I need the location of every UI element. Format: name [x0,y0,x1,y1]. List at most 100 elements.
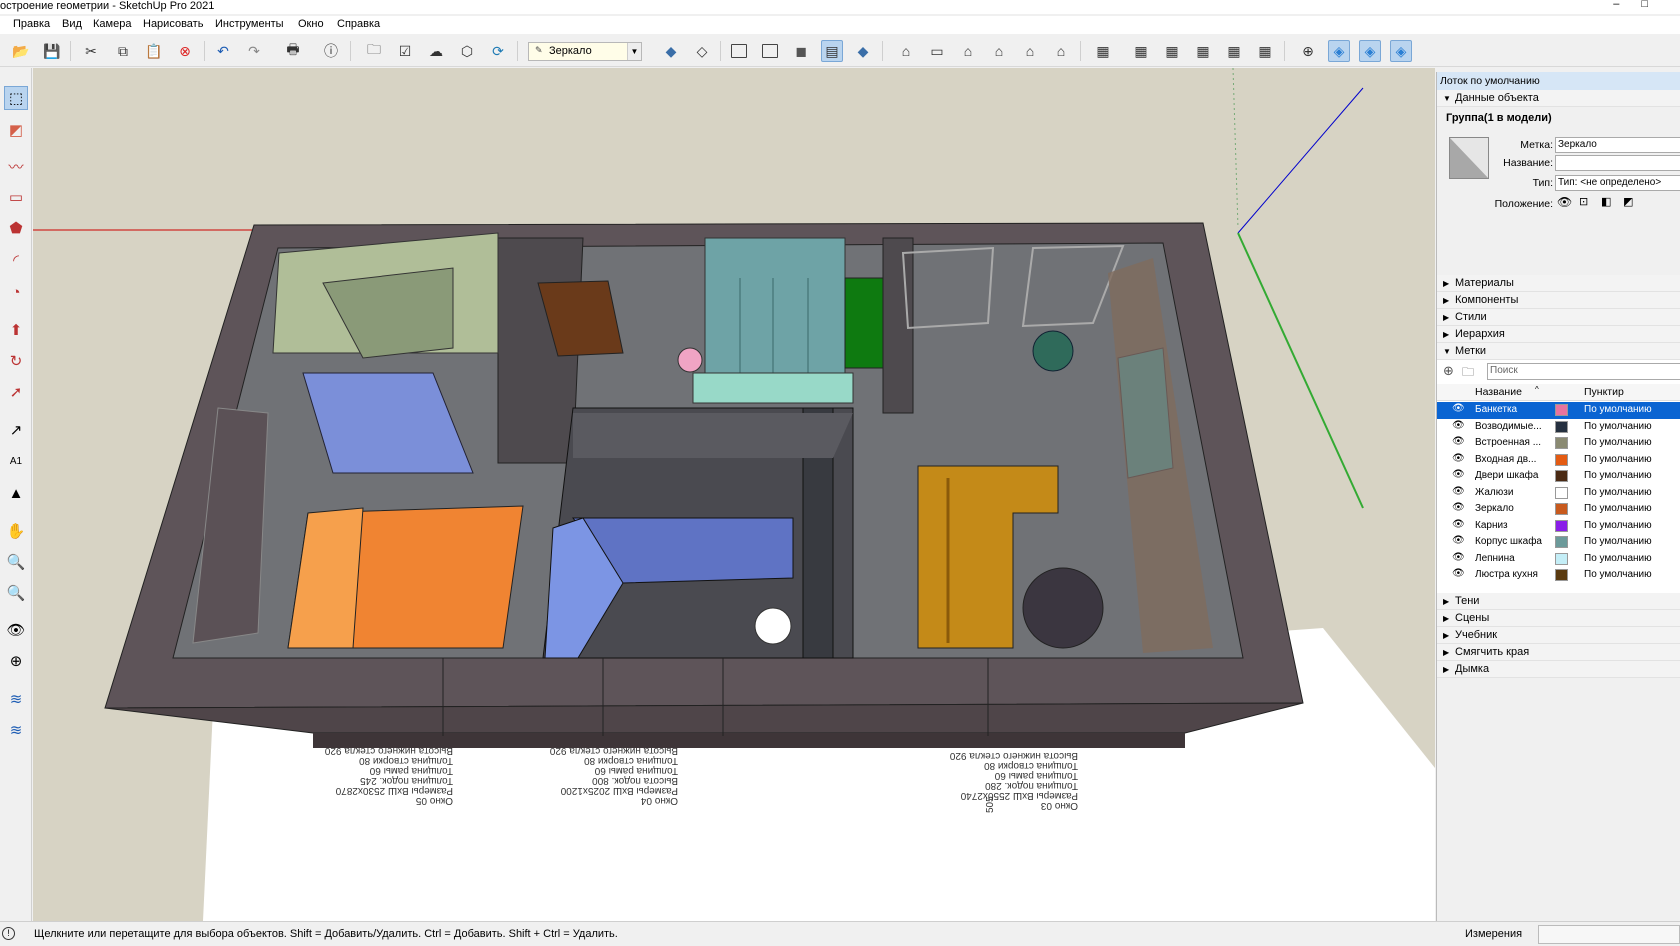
tag-dash[interactable]: По умолчанию [1584,487,1652,498]
zoom-tool-icon[interactable]: 🔍 [4,581,28,605]
tag-dash[interactable]: По умолчанию [1584,454,1652,465]
make-component-icon[interactable]: ◆ [660,40,682,62]
menu-tools[interactable]: Инструменты [215,18,284,30]
open-icon[interactable]: 📂 [10,40,32,62]
visibility-eye-icon[interactable]: 👁 [1452,519,1465,530]
section-styles[interactable]: ▶ Стили [1437,309,1680,326]
tag-color-swatch[interactable] [1555,404,1568,416]
tag-row[interactable]: 👁 Лепнина По умолчанию [1437,551,1680,568]
menu-draw[interactable]: Нарисовать [143,18,203,30]
minimize-button[interactable]: – [1613,0,1641,10]
tag-row[interactable]: 👁 Люстра кухня По умолчанию [1437,567,1680,584]
menu-camera[interactable]: Камера [93,18,131,30]
axes-icon[interactable]: ⊕ [1297,40,1319,62]
visibility-eye-icon[interactable]: 👁 [1452,568,1465,579]
delete-icon[interactable]: ⊗ [174,40,196,62]
solid-tools-icon[interactable]: ▦ [1223,40,1245,62]
tag-color-swatch[interactable] [1555,470,1568,482]
model-info-icon[interactable]: ⓘ [320,40,342,62]
paste-icon[interactable]: 📋 [143,40,165,62]
visibility-eye-icon[interactable]: 👁 [1452,436,1465,447]
sort-up-icon[interactable]: ^ [1535,385,1539,394]
zoom-window-tool-icon[interactable]: 🔍 [4,550,28,574]
eraser-tool-icon[interactable]: ◩ [4,118,28,142]
add-tag-folder-icon[interactable]: 🗀 [1462,363,1474,384]
freehand-tool-icon[interactable]: 〰 [4,154,28,178]
tag-dash[interactable]: По умолчанию [1584,421,1652,432]
col-dash[interactable]: Пунктир [1584,386,1624,398]
name-field[interactable] [1555,155,1680,171]
tag-color-swatch[interactable] [1555,519,1568,532]
visibility-eye-icon[interactable]: 👁 [1452,469,1465,480]
style-hidden-line-icon[interactable]: ◼ [790,40,812,62]
menu-edit[interactable]: Правка [13,18,50,30]
tag-dash[interactable]: По умолчанию [1584,437,1652,448]
tag-dash[interactable]: По умолчанию [1584,404,1652,415]
receive-shadows-icon[interactable]: ◧ [1601,195,1611,208]
visibility-eye-icon[interactable]: 👁 [1452,535,1465,546]
paint-bucket-tool-icon[interactable]: ▲ [4,481,28,505]
info-icon[interactable]: ! [2,927,15,940]
maximize-button[interactable]: □ [1641,0,1670,10]
type-field[interactable]: Тип: <не определено> [1555,175,1680,191]
visibility-eye-icon[interactable]: 👁 [1452,420,1465,431]
push-pull-tool-icon[interactable]: ⬆ [4,318,28,342]
section-instructor[interactable]: ▶ Учебник [1437,627,1680,644]
rotate-tool-icon[interactable]: ↻ [4,349,28,373]
tag-row[interactable]: 👁 Возводимые... По умолчанию [1437,419,1680,436]
section-shadows[interactable]: ▶ Тени [1437,593,1680,610]
outer-shell-icon[interactable]: ▦ [1254,40,1276,62]
pie-tool-icon[interactable]: ◔ [4,280,28,304]
copy-icon[interactable]: ⧉ [112,40,134,62]
two-point-icon[interactable]: ◈ [1359,40,1381,62]
measurements-input[interactable] [1538,925,1680,944]
warehouse-icon[interactable]: 🗀 [363,40,385,62]
section-fill-icon[interactable]: ▦ [1192,40,1214,62]
style-xray-icon[interactable] [728,40,750,62]
tag-row[interactable]: 👁 Жалюзи По умолчанию [1437,485,1680,502]
tag-color-swatch[interactable] [1555,420,1568,433]
view-left-icon[interactable]: ⌂ [1050,40,1072,62]
position-camera-tool-icon[interactable]: ⊕ [4,649,28,673]
add-tag-icon[interactable]: ⊕ [1443,363,1454,379]
tape-measure-tool-icon[interactable]: ↗ [4,418,28,442]
pan-tool-icon[interactable]: ✋ [4,519,28,543]
polygon-tool-icon[interactable]: ⬟ [4,216,28,240]
section-plane-icon[interactable]: ▦ [1092,40,1114,62]
section-fog[interactable]: ▶ Дымка [1437,661,1680,678]
col-name[interactable]: Название [1475,386,1522,398]
visible-eye-icon[interactable]: 👁 [1557,195,1572,209]
checkbox-icon[interactable]: ☑ [394,40,416,62]
sandbox-tool-icon[interactable]: ≋ [4,687,28,711]
chevron-down-icon[interactable]: ▼ [627,43,641,60]
extension-icon[interactable]: ⬡ [456,40,478,62]
style-textured-icon[interactable]: ◆ [852,40,874,62]
visibility-eye-icon[interactable]: 👁 [1452,502,1465,513]
section-tags[interactable]: ▼ Метки [1437,343,1680,360]
view-right-icon[interactable]: ⌂ [988,40,1010,62]
text-tool-icon[interactable]: A1 [4,449,28,473]
visibility-eye-icon[interactable]: 👁 [1452,486,1465,497]
tag-row[interactable]: 👁 Входная дв... По умолчанию [1437,452,1680,469]
entity-info-header[interactable]: ▼ Данные объекта [1437,90,1680,107]
tag-row[interactable]: 👁 Зеркало По умолчанию [1437,501,1680,518]
arc-tool-icon[interactable]: ◜ [4,248,28,272]
tag-row[interactable]: 👁 Двери шкафа По умолчанию [1437,468,1680,485]
section-soften-edges[interactable]: ▶ Смягчить края [1437,644,1680,661]
window-controls[interactable]: –□ [1613,0,1670,10]
tag-color-swatch[interactable] [1555,437,1568,449]
tag-color-swatch[interactable] [1555,453,1568,466]
tag-dash[interactable]: По умолчанию [1584,536,1652,547]
tag-color-swatch[interactable] [1555,503,1568,515]
print-icon[interactable]: 🖶 [282,40,304,62]
cloud-upload-icon[interactable]: ☁ [425,40,447,62]
model-viewport[interactable]: Окно 05 Размеры ВхШ 2530х2870 Толщина по… [33,68,1435,921]
rectangle-tool-icon[interactable]: ▭ [4,185,28,209]
menu-help[interactable]: Справка [337,18,380,30]
perspective-icon[interactable]: ◈ [1328,40,1350,62]
section-outliner[interactable]: ▶ Иерархия [1437,326,1680,343]
tag-row[interactable]: 👁 Карниз По умолчанию [1437,518,1680,535]
menu-window[interactable]: Окно [298,18,324,30]
tag-color-swatch[interactable] [1555,486,1568,499]
section-cuts-icon[interactable]: ▦ [1161,40,1183,62]
